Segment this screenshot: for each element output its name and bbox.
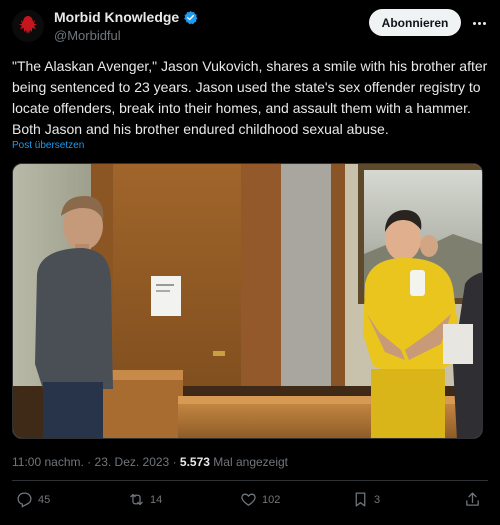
share-button[interactable] [464, 491, 481, 508]
courtroom-photo [13, 164, 482, 438]
post-date[interactable]: 23. Dez. 2023 [95, 455, 170, 469]
tweet-body: "The Alaskan Avenger," Jason Vukovich, s… [12, 58, 488, 137]
post-time[interactable]: 11:00 nachm. [12, 455, 84, 469]
tweet-text: "The Alaskan Avenger," Jason Vukovich, s… [12, 56, 490, 140]
translate-link[interactable]: Post übersetzen [12, 140, 84, 151]
avatar-logo [12, 10, 44, 42]
share-icon [466, 492, 479, 506]
author-name-row[interactable]: Morbid Knowledge [54, 9, 198, 25]
bookmark-count: 3 [374, 493, 381, 506]
like-count: 102 [262, 493, 281, 506]
reply-button[interactable]: 45 [16, 491, 50, 508]
meta-separator: · [87, 455, 92, 469]
follow-button[interactable]: Abonnieren [369, 9, 461, 36]
avatar[interactable] [12, 10, 44, 42]
author-handle[interactable]: @Morbidful [54, 28, 121, 43]
tweet-meta: 11:00 nachm. · 23. Dez. 2023 · 5.573 Mal… [12, 455, 288, 469]
tweet-card: Morbid Knowledge @Morbidful Abonnieren "… [0, 0, 500, 525]
repost-button[interactable]: 14 [128, 491, 162, 508]
views-label: Mal angezeigt [213, 455, 289, 469]
more-icon[interactable] [469, 13, 489, 33]
divider [12, 480, 488, 481]
action-bar: 45 14 102 3 [12, 491, 488, 517]
verified-badge-icon [184, 10, 198, 24]
views-count: 5.573 [179, 455, 210, 469]
meta-separator-2: · [172, 455, 177, 469]
like-icon [241, 493, 256, 506]
tweet-photo[interactable] [12, 163, 483, 439]
like-button[interactable]: 102 [240, 491, 280, 508]
reply-count: 45 [38, 493, 51, 506]
repost-count: 14 [150, 493, 163, 506]
bookmark-icon [355, 492, 366, 507]
repost-icon [130, 493, 143, 506]
reply-icon [17, 492, 32, 508]
author-name[interactable]: Morbid Knowledge [54, 9, 179, 25]
bookmark-button[interactable]: 3 [352, 491, 380, 508]
